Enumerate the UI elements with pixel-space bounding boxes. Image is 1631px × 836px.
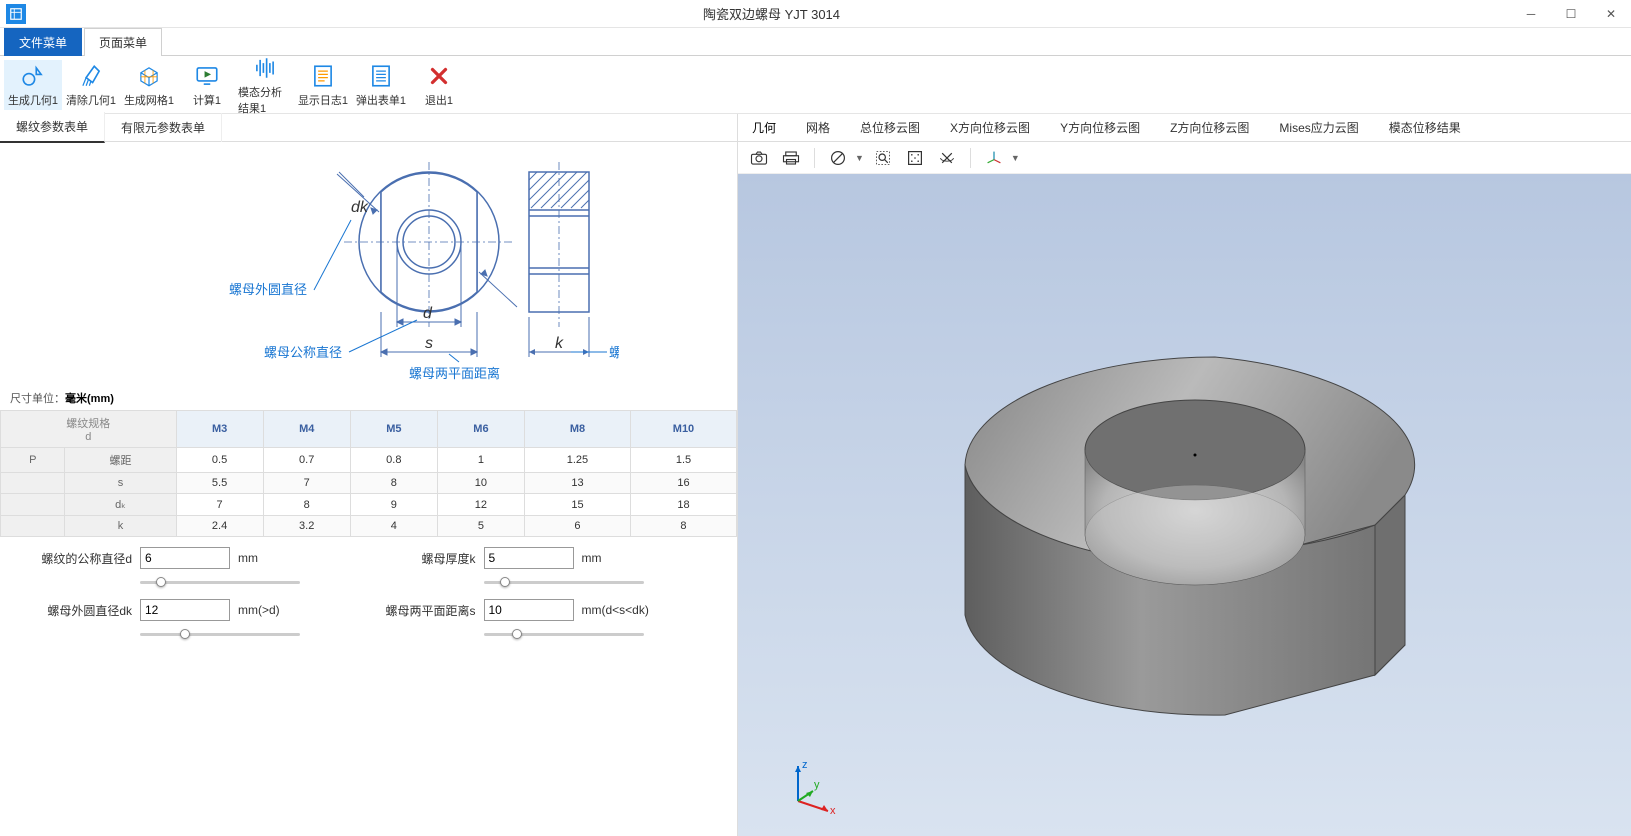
axis-gizmo: z x y: [778, 756, 838, 816]
param-k-slider[interactable]: [484, 575, 644, 589]
water-drop-icon: [19, 62, 47, 90]
col-header: M4: [263, 411, 350, 448]
svg-text:z: z: [802, 759, 808, 771]
label-d: d: [423, 305, 433, 322]
label-thickness: 螺母厚度: [609, 345, 619, 360]
window-title: 陶瓷双边螺母 YJT 3014: [32, 4, 1511, 23]
compute-button[interactable]: 计算1: [178, 60, 236, 110]
label-s: s: [425, 335, 433, 352]
monitor-play-icon: [193, 62, 221, 90]
label-nominal-diameter: 螺母公称直径: [264, 345, 342, 360]
zoom-region-button[interactable]: [870, 146, 896, 170]
tab-thread-params[interactable]: 螺纹参数表单: [0, 112, 105, 143]
dropdown-icon[interactable]: ▼: [855, 153, 864, 163]
col-header: M8: [524, 411, 630, 448]
maximize-button[interactable]: ☐: [1551, 0, 1591, 28]
param-d-label: 螺纹的公称直径d: [40, 550, 132, 567]
right-pane: 几何 网格 总位移云图 X方向位移云图 Y方向位移云图 Z方向位移云图 Mise…: [738, 114, 1631, 836]
content-area: 螺纹参数表单 有限元参数表单: [0, 114, 1631, 836]
col-header: M10: [630, 411, 736, 448]
clear-geom-button[interactable]: 清除几何1: [62, 60, 120, 110]
axis-view-button[interactable]: [981, 146, 1007, 170]
tab-fem-params[interactable]: 有限元参数表单: [105, 113, 222, 142]
label-outer-diameter: 螺母外圆直径: [229, 282, 307, 297]
param-d: 螺纹的公称直径d mm: [40, 547, 354, 589]
col-header: M3: [176, 411, 263, 448]
table-row: dₖ789121518: [1, 494, 737, 516]
document-text-icon: [367, 62, 395, 90]
svg-text:x: x: [830, 805, 836, 816]
param-s-input[interactable]: [484, 599, 574, 621]
cube-mesh-icon: [135, 62, 163, 90]
view-tab-mises[interactable]: Mises应力云图: [1273, 115, 1364, 140]
table-row: s5.578101316: [1, 473, 737, 494]
view-tabs: 几何 网格 总位移云图 X方向位移云图 Y方向位移云图 Z方向位移云图 Mise…: [738, 114, 1631, 142]
print-button[interactable]: [778, 146, 804, 170]
col-header: M5: [350, 411, 437, 448]
units-note: 尺寸单位：毫米(mm): [0, 386, 737, 410]
left-tabs: 螺纹参数表单 有限元参数表单: [0, 114, 737, 142]
label-k: k: [555, 335, 564, 352]
param-d-input[interactable]: [140, 547, 230, 569]
gen-geom-button[interactable]: 生成几何1: [4, 60, 62, 110]
param-k-input[interactable]: [484, 547, 574, 569]
engineering-diagram: dk d s: [0, 142, 737, 386]
param-d-slider[interactable]: [140, 575, 300, 589]
tab-file-menu[interactable]: 文件菜单: [4, 28, 82, 56]
table-row: P螺距0.50.70.811.251.5: [1, 448, 737, 473]
param-s-unit: mm(d<s<dk): [582, 603, 649, 617]
param-s: 螺母两平面距离s mm(d<s<dk): [384, 599, 698, 641]
minimize-button[interactable]: ─: [1511, 0, 1551, 28]
waveform-icon: [251, 54, 279, 82]
left-pane: 螺纹参数表单 有限元参数表单: [0, 114, 738, 836]
view-toolbar: ▼ ▼: [738, 142, 1631, 174]
view-tab-z-disp[interactable]: Z方向位移云图: [1164, 115, 1255, 140]
popup-sheet-button[interactable]: 弹出表单1: [352, 60, 410, 110]
col-header: M6: [437, 411, 524, 448]
param-d-unit: mm: [238, 551, 258, 565]
3d-viewport[interactable]: z x y: [738, 174, 1631, 836]
screenshot-button[interactable]: [746, 146, 772, 170]
svg-text:y: y: [814, 779, 820, 791]
param-k-unit: mm: [582, 551, 602, 565]
show-log-button[interactable]: 显示日志1: [294, 60, 352, 110]
param-dk-input[interactable]: [140, 599, 230, 621]
param-dk-unit: mm(>d): [238, 603, 280, 617]
param-k: 螺母厚度k mm: [384, 547, 698, 589]
title-bar: 陶瓷双边螺母 YJT 3014 ─ ☐ ✕: [0, 0, 1631, 28]
param-k-label: 螺母厚度k: [384, 550, 476, 567]
fit-view-button[interactable]: [902, 146, 928, 170]
table-corner: 螺纹规格d: [1, 411, 177, 448]
param-dk-label: 螺母外圆直径dk: [40, 602, 132, 619]
gen-mesh-button[interactable]: 生成网格1: [120, 60, 178, 110]
app-logo-icon: [6, 4, 26, 24]
view-tab-geometry[interactable]: 几何: [746, 115, 782, 140]
3d-model: [875, 245, 1495, 765]
modal-results-button[interactable]: 模态分析结果1: [236, 52, 294, 118]
param-s-slider[interactable]: [484, 627, 644, 641]
label-flat-distance: 螺母两平面距离: [409, 366, 500, 381]
view-tab-y-disp[interactable]: Y方向位移云图: [1054, 115, 1146, 140]
ribbon-toolbar: 生成几何1 清除几何1 生成网格1 计算1 模态分析结果1 显示日志1 弹出表单…: [0, 56, 1631, 114]
param-dk-slider[interactable]: [140, 627, 300, 641]
label-dk: dk: [351, 199, 369, 216]
param-s-label: 螺母两平面距离s: [384, 602, 476, 619]
view-tab-x-disp[interactable]: X方向位移云图: [944, 115, 1036, 140]
rotate-view-button[interactable]: [934, 146, 960, 170]
spec-table: 螺纹规格d M3 M4 M5 M6 M8 M10 P螺距0.50.70.811.…: [0, 410, 737, 537]
exit-button[interactable]: 退出1: [410, 60, 468, 110]
view-tab-mesh[interactable]: 网格: [800, 115, 836, 140]
no-entry-button[interactable]: [825, 146, 851, 170]
document-lines-icon: [309, 62, 337, 90]
parameter-inputs: 螺纹的公称直径d mm 螺母厚度k mm 螺母外圆直径dk mm(>d: [0, 537, 737, 651]
table-row: k2.43.24568: [1, 516, 737, 537]
dropdown-icon[interactable]: ▼: [1011, 153, 1020, 163]
close-x-icon: [425, 62, 453, 90]
broom-icon: [77, 62, 105, 90]
view-tab-total-disp[interactable]: 总位移云图: [854, 115, 926, 140]
close-button[interactable]: ✕: [1591, 0, 1631, 28]
view-tab-modal[interactable]: 模态位移结果: [1383, 115, 1467, 140]
tab-page-menu[interactable]: 页面菜单: [84, 28, 162, 56]
param-dk: 螺母外圆直径dk mm(>d): [40, 599, 354, 641]
